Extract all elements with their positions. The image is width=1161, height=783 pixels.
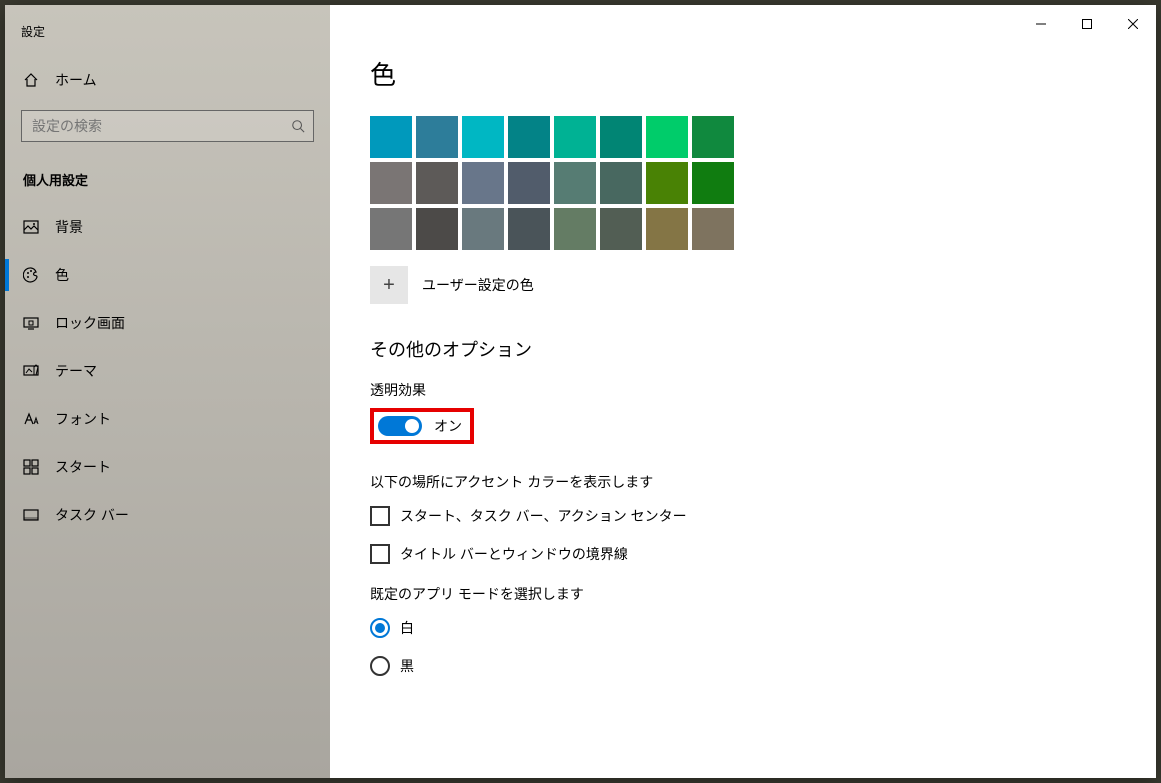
checkbox-titlebars-borders[interactable]: タイトル バーとウィンドウの境界線 xyxy=(370,544,1116,564)
sidebar-item-colors[interactable]: 色 xyxy=(5,251,330,299)
color-swatch[interactable] xyxy=(508,116,550,158)
sidebar-item-label: フォント xyxy=(55,409,111,429)
background-icon xyxy=(23,219,39,235)
minimize-button[interactable] xyxy=(1018,8,1064,40)
custom-color-label: ユーザー設定の色 xyxy=(422,275,534,295)
color-swatch[interactable] xyxy=(462,116,504,158)
theme-icon xyxy=(23,363,39,379)
transparency-state-label: オン xyxy=(434,416,462,436)
checkbox-start-taskbar-action[interactable]: スタート、タスク バー、アクション センター xyxy=(370,506,1116,526)
color-swatch[interactable] xyxy=(600,208,642,250)
color-swatch[interactable] xyxy=(462,208,504,250)
color-swatch[interactable] xyxy=(416,116,458,158)
main-content: 色 + ユーザー設定の色 その他のオプション 透明効果 オン 以下の場所にアクセ… xyxy=(330,5,1156,778)
sidebar-item-lock-screen[interactable]: ロック画面 xyxy=(5,299,330,347)
radio-icon xyxy=(370,618,390,638)
toggle-knob xyxy=(405,419,419,433)
search-icon xyxy=(291,119,305,133)
color-swatch[interactable] xyxy=(600,162,642,204)
radio-label: 白 xyxy=(400,618,414,638)
search-input[interactable] xyxy=(32,118,291,134)
home-button[interactable]: ホーム xyxy=(5,62,330,98)
color-swatch[interactable] xyxy=(600,116,642,158)
sidebar-item-background[interactable]: 背景 xyxy=(5,203,330,251)
settings-window: 設定 ホーム 個人用設定 背景 xyxy=(5,5,1156,778)
sidebar-item-fonts[interactable]: フォント xyxy=(5,395,330,443)
sidebar: 設定 ホーム 個人用設定 背景 xyxy=(5,5,330,778)
sidebar-item-label: テーマ xyxy=(55,361,97,381)
page-title: 色 xyxy=(370,55,1116,92)
custom-color-button[interactable]: + xyxy=(370,266,408,304)
app-title: 設定 xyxy=(5,15,330,62)
color-swatch-grid xyxy=(370,116,1116,250)
color-swatch[interactable] xyxy=(416,162,458,204)
caption-controls xyxy=(1018,8,1156,40)
checkbox-icon xyxy=(370,544,390,564)
radio-label: 黒 xyxy=(400,656,414,676)
close-button[interactable] xyxy=(1110,8,1156,40)
start-icon xyxy=(23,459,39,475)
custom-color-row: + ユーザー設定の色 xyxy=(370,266,1116,304)
sidebar-item-themes[interactable]: テーマ xyxy=(5,347,330,395)
lock-screen-icon xyxy=(23,315,39,331)
home-icon xyxy=(23,72,39,88)
color-swatch[interactable] xyxy=(370,162,412,204)
palette-icon xyxy=(23,267,39,283)
sidebar-item-label: 背景 xyxy=(55,217,83,237)
font-icon xyxy=(23,411,39,427)
nav-list: 背景 色 ロック画面 xyxy=(5,203,330,539)
sidebar-item-label: 色 xyxy=(55,265,69,285)
color-swatch[interactable] xyxy=(508,162,550,204)
sidebar-item-label: スタート xyxy=(55,457,111,477)
color-swatch[interactable] xyxy=(554,162,596,204)
taskbar-icon xyxy=(23,507,39,523)
color-swatch[interactable] xyxy=(646,162,688,204)
search-box[interactable] xyxy=(21,110,314,142)
color-swatch[interactable] xyxy=(416,208,458,250)
color-swatch[interactable] xyxy=(554,116,596,158)
transparency-toggle[interactable] xyxy=(378,416,422,436)
sidebar-item-label: ロック画面 xyxy=(55,313,125,333)
plus-icon: + xyxy=(383,274,395,297)
color-swatch[interactable] xyxy=(646,208,688,250)
other-options-title: その他のオプション xyxy=(370,336,1116,362)
radio-icon xyxy=(370,656,390,676)
app-mode-label: 既定のアプリ モードを選択します xyxy=(370,584,1116,604)
checkbox-label: スタート、タスク バー、アクション センター xyxy=(400,506,687,526)
radio-light[interactable]: 白 xyxy=(370,618,1116,638)
transparency-label: 透明効果 xyxy=(370,380,1116,400)
color-swatch[interactable] xyxy=(692,208,734,250)
color-swatch[interactable] xyxy=(692,162,734,204)
accent-locations-text: 以下の場所にアクセント カラーを表示します xyxy=(370,472,1116,492)
color-swatch[interactable] xyxy=(554,208,596,250)
color-swatch[interactable] xyxy=(370,116,412,158)
maximize-button[interactable] xyxy=(1064,8,1110,40)
home-label: ホーム xyxy=(55,70,97,90)
sidebar-item-label: タスク バー xyxy=(55,505,129,525)
color-swatch[interactable] xyxy=(692,116,734,158)
color-swatch[interactable] xyxy=(508,208,550,250)
color-swatch[interactable] xyxy=(370,208,412,250)
radio-dark[interactable]: 黒 xyxy=(370,656,1116,676)
checkbox-icon xyxy=(370,506,390,526)
sidebar-item-taskbar[interactable]: タスク バー xyxy=(5,491,330,539)
category-title: 個人用設定 xyxy=(5,164,330,203)
checkbox-label: タイトル バーとウィンドウの境界線 xyxy=(400,544,628,564)
sidebar-item-start[interactable]: スタート xyxy=(5,443,330,491)
color-swatch[interactable] xyxy=(646,116,688,158)
color-swatch[interactable] xyxy=(462,162,504,204)
transparency-toggle-highlight: オン xyxy=(370,408,474,444)
